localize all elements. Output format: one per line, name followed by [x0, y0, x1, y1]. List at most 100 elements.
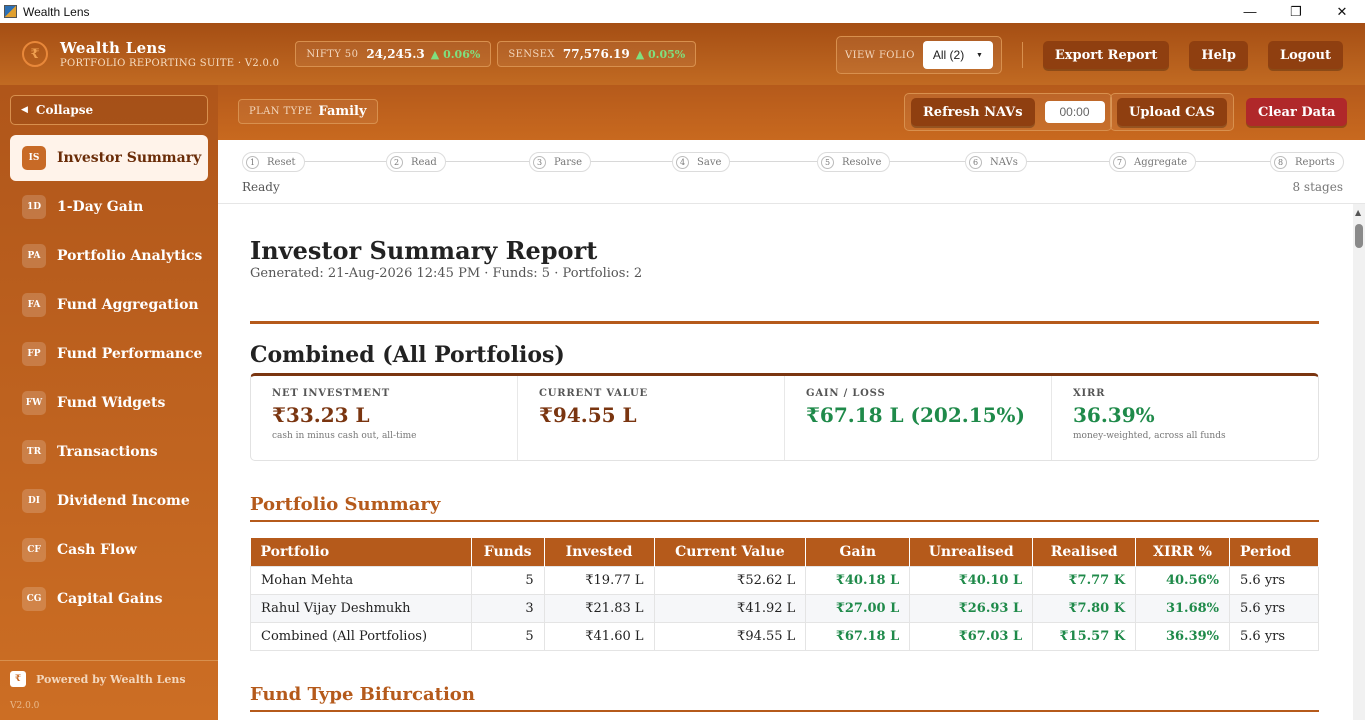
upload-cas-button[interactable]: Upload CAS [1117, 98, 1227, 126]
restore-button[interactable]: ❐ [1273, 0, 1319, 23]
sidebar: ◀ Collapse IS Investor Summary 1D 1-Day … [0, 85, 218, 720]
step-number: 5 [821, 155, 834, 169]
minimize-button[interactable]: — [1227, 0, 1273, 23]
plan-type-value: Family [318, 104, 367, 119]
step-parse: 3 Parse [529, 152, 592, 172]
cell-realised: ₹7.80 K [1032, 593, 1137, 623]
step-number: 8 [1274, 155, 1287, 169]
view-folio-label: VIEW FOLIO [845, 49, 915, 61]
step-number: 4 [676, 155, 689, 169]
step-reset: 1 Reset [242, 152, 305, 172]
export-report-button[interactable]: Export Report [1042, 41, 1170, 69]
sidebar-item-label: Dividend Income [57, 493, 190, 509]
upload-cas-group: Upload CAS [1110, 93, 1234, 131]
brand-subtitle: PORTFOLIO REPORTING SUITE · V2.0.0 [60, 58, 280, 69]
sidebar-item-fund-performance[interactable]: FP Fund Performance [10, 331, 208, 377]
close-button[interactable]: ✕ [1319, 0, 1365, 23]
table-row: Mohan Mehta 5 ₹19.77 L ₹52.62 L ₹40.18 L… [250, 565, 1319, 595]
ticker-change: ▲ 0.05% [635, 47, 686, 61]
vertical-scrollbar[interactable]: ▲ [1353, 204, 1365, 720]
combined-heading: Combined (All Portfolios) [250, 342, 565, 368]
cell-unrealised: ₹67.03 L [909, 621, 1034, 651]
brand: Wealth Lens PORTFOLIO REPORTING SUITE · … [60, 39, 279, 69]
card-current-value: CURRENT VALUE ₹94.55 L [518, 376, 785, 460]
sidebar-item-cash-flow[interactable]: CF Cash Flow [10, 527, 208, 573]
cell-xirr: 40.56% [1135, 565, 1231, 595]
wealth-lens-logo-icon: ₹ [10, 671, 26, 687]
refresh-navs-group: Refresh NAVs 00:00 [904, 93, 1112, 131]
cell-unrealised: ₹26.93 L [909, 593, 1034, 623]
cell-xirr: 31.68% [1135, 593, 1231, 623]
ticker-nifty: NIFTY 50 24,245.3 ▲ 0.06% [295, 41, 492, 67]
sidebar-nav: IS Investor Summary 1D 1-Day Gain PA Por… [10, 135, 208, 625]
portfolio-summary-heading: Portfolio Summary [250, 494, 441, 515]
table-header-row: Portfolio Funds Invested Current Value G… [250, 538, 1319, 566]
cell-xirr: 36.39% [1135, 621, 1231, 651]
card-xirr: XIRR 36.39% money-weighted, across all f… [1052, 376, 1318, 460]
card-value: ₹94.55 L [539, 403, 637, 427]
nav-abbr-badge: FA [22, 293, 46, 317]
scroll-up-icon[interactable]: ▲ [1355, 208, 1361, 217]
clear-data-button[interactable]: Clear Data [1246, 98, 1348, 126]
column-header: Current Value [654, 538, 807, 566]
cell-period: 5.6 yrs [1229, 565, 1319, 595]
scrollbar-thumb[interactable] [1355, 224, 1363, 248]
nav-abbr-badge: CF [22, 538, 46, 562]
step-number: 7 [1113, 155, 1126, 169]
step-label: Aggregate [1134, 156, 1188, 168]
sidebar-item-transactions[interactable]: TR Transactions [10, 429, 208, 475]
step-number: 3 [533, 155, 546, 169]
wealth-lens-logo-icon: ₹ [22, 41, 48, 67]
window-title: Wealth Lens [23, 4, 90, 19]
sidebar-item-dividend-income[interactable]: DI Dividend Income [10, 478, 208, 524]
sidebar-item-fund-widgets[interactable]: FW Fund Widgets [10, 380, 208, 426]
cell-portfolio: Rahul Vijay Deshmukh [250, 593, 472, 623]
powered-by: ₹ Powered by Wealth Lens [10, 671, 186, 687]
ticker-label: SENSEX [508, 48, 555, 60]
sidebar-item-label: Fund Aggregation [57, 297, 199, 313]
card-label: XIRR [1073, 388, 1106, 399]
step-label: Read [411, 156, 437, 168]
sidebar-item-label: Capital Gains [57, 591, 163, 607]
divider [250, 321, 1319, 324]
collapse-button[interactable]: ◀ Collapse [10, 95, 208, 125]
step-reports: 8 Reports [1270, 152, 1344, 172]
sidebar-item-capital-gains[interactable]: CG Capital Gains [10, 576, 208, 622]
cell-gain: ₹40.18 L [805, 565, 911, 595]
column-header: Gain [805, 538, 911, 566]
column-header: Funds [471, 538, 545, 566]
card-net-investment: NET INVESTMENT ₹33.23 L cash in minus ca… [251, 376, 518, 460]
logout-button[interactable]: Logout [1267, 41, 1343, 69]
sidebar-item-fund-aggregation[interactable]: FA Fund Aggregation [10, 282, 208, 328]
step-label: Save [697, 156, 722, 168]
cell-funds: 5 [470, 565, 545, 595]
sidebar-item-label: Fund Widgets [57, 395, 166, 411]
pipeline-status: Ready [242, 180, 280, 194]
cell-unrealised: ₹40.10 L [909, 565, 1034, 595]
report-content: Investor Summary Report Generated: 21-Au… [218, 204, 1353, 720]
sidebar-item-investor-summary[interactable]: IS Investor Summary [10, 135, 208, 181]
sidebar-item-1-day-gain[interactable]: 1D 1-Day Gain [10, 184, 208, 230]
cell-current-value: ₹41.92 L [653, 593, 807, 623]
column-header: Portfolio [250, 538, 472, 566]
ticker-sensex: SENSEX 77,576.19 ▲ 0.05% [497, 41, 697, 67]
pipeline-stage-count: 8 stages [1292, 180, 1343, 194]
cell-funds: 5 [470, 621, 545, 651]
card-label: CURRENT VALUE [539, 388, 648, 399]
view-folio-group: VIEW FOLIO All (2) ▼ [836, 36, 1002, 74]
nav-abbr-badge: 1D [22, 195, 46, 219]
cell-portfolio: Combined (All Portfolios) [250, 621, 472, 651]
ticker-value: 77,576.19 [562, 47, 630, 61]
step-label: NAVs [990, 156, 1018, 168]
nav-abbr-badge: CG [22, 587, 46, 611]
sidebar-item-label: Cash Flow [57, 542, 137, 558]
view-folio-select[interactable]: All (2) ▼ [922, 41, 993, 69]
pipeline-stepper: 1 Reset 2 Read 3 Parse 4 Save 5 Resolve 6 NAVs… [218, 140, 1365, 204]
sidebar-item-portfolio-analytics[interactable]: PA Portfolio Analytics [10, 233, 208, 279]
card-note: money-weighted, across all funds [1073, 431, 1226, 441]
step-label: Reports [1295, 156, 1335, 168]
help-button[interactable]: Help [1189, 41, 1248, 69]
sidebar-item-label: Transactions [57, 444, 158, 460]
refresh-navs-button[interactable]: Refresh NAVs [911, 98, 1035, 126]
version-label: V2.0.0 [10, 701, 40, 711]
